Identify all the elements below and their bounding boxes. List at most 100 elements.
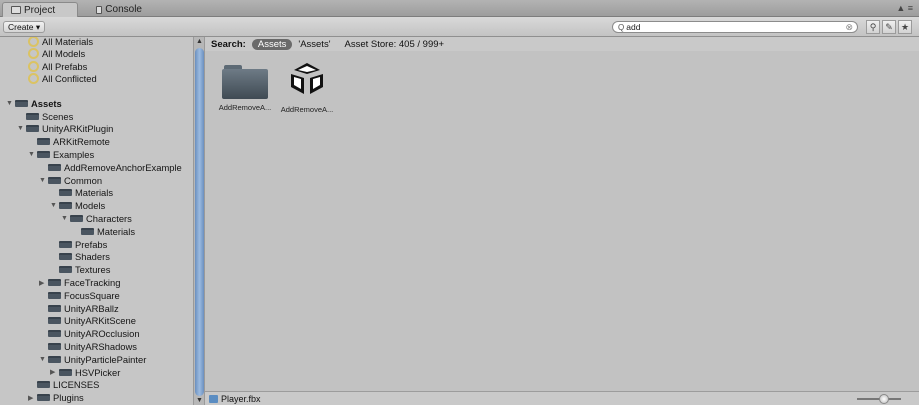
folder-icon (48, 343, 61, 351)
folder-icon (222, 65, 268, 99)
tree-item[interactable]: ▼ Characters (61, 212, 132, 225)
tree-item[interactable]: Shaders (50, 251, 110, 264)
favorite-item[interactable]: All Prefabs (28, 60, 87, 73)
favorite-item[interactable]: All Models (28, 48, 85, 61)
tree-item-label: Textures (75, 264, 111, 276)
clear-search-icon[interactable]: ⊗ (845, 22, 853, 33)
tree-item-label: UnityARKitPlugin (42, 123, 114, 135)
favorite-label: All Conflicted (42, 73, 97, 85)
tree-item[interactable]: Prefabs (50, 238, 107, 251)
tree-item[interactable]: LICENSES (28, 379, 99, 392)
zoom-slider-knob[interactable] (879, 394, 889, 404)
folder-icon (59, 189, 72, 197)
folder-icon (59, 240, 72, 248)
expand-arrow-closed-icon[interactable]: ▶ (50, 368, 59, 376)
tree-item[interactable]: Materials (50, 187, 113, 200)
scroll-up-arrow-icon[interactable]: ▲ (196, 38, 203, 45)
tree-item-label: FaceTracking (64, 277, 121, 289)
tab-project-label: Project (24, 4, 56, 16)
expand-arrow-open-icon[interactable]: ▼ (61, 215, 70, 222)
tree-item-label: Common (64, 174, 103, 186)
folder-icon (48, 163, 61, 171)
tab-bar: Project Console ▲ ≡ (0, 0, 919, 17)
search-scope-assets-button[interactable]: Assets (251, 38, 293, 50)
tab-project[interactable]: Project (2, 2, 78, 17)
search-scope-folder-button[interactable]: 'Assets' (298, 39, 330, 50)
tree-item[interactable]: Scenes (17, 110, 73, 123)
asset-label: AddRemoveA... (280, 105, 334, 114)
tree-item-label: UnityParticlePainter (64, 353, 147, 365)
tree-item[interactable]: ARKitRemote (28, 135, 110, 148)
create-button[interactable]: Create ▾ (3, 21, 46, 33)
search-input[interactable] (626, 22, 837, 32)
unity-scene-icon (291, 63, 323, 94)
asset-label: AddRemoveA... (218, 103, 272, 112)
asset-store-results[interactable]: Asset Store: 405 / 999+ (345, 39, 445, 50)
expand-arrow-open-icon[interactable]: ▼ (6, 100, 15, 107)
asset-grid: AddRemoveA... AddRemoveA... (205, 51, 919, 391)
tree-item[interactable]: ▼ UnityParticlePainter (39, 353, 146, 366)
expand-arrow-open-icon[interactable]: ▼ (17, 125, 26, 132)
search-by-type-button[interactable]: ⚲ (866, 20, 880, 34)
tree-item[interactable]: ▼ UnityARKitPlugin (17, 123, 113, 136)
expand-arrow-open-icon[interactable]: ▼ (28, 151, 37, 158)
folder-icon (26, 112, 39, 120)
folder-icon (48, 317, 61, 325)
search-icon: Q (618, 22, 625, 32)
tree-item[interactable]: UnityAROcclusion (39, 327, 140, 340)
project-icon (11, 6, 21, 14)
search-favorite-icon (28, 37, 39, 47)
tree-item[interactable]: ▼ Models (50, 199, 105, 212)
tree-item[interactable]: UnityARKitScene (39, 315, 136, 328)
tree-item[interactable]: AddRemoveAnchorExample (39, 161, 182, 174)
tree-scrollbar[interactable]: ▲ ▼ (193, 37, 205, 405)
folder-icon (15, 99, 28, 107)
window-menu-icon[interactable]: ▲ ≡ (896, 3, 913, 13)
tree-item-label: Plugins (53, 392, 84, 404)
favorite-item[interactable]: All Materials (28, 37, 93, 48)
expand-arrow-closed-icon[interactable]: ▶ (28, 394, 37, 402)
expand-arrow-open-icon[interactable]: ▼ (39, 356, 48, 363)
tree-item[interactable]: ▼ Examples (28, 148, 94, 161)
tree-item[interactable]: ▶ FaceTracking (39, 276, 120, 289)
save-search-button[interactable]: ★ (898, 20, 912, 34)
folder-icon (70, 215, 83, 223)
folder-icon (37, 381, 50, 389)
tree-item-label: Models (75, 200, 106, 212)
tree-item[interactable]: Materials (72, 225, 135, 238)
project-toolbar: Create ▾ Q ⊗ ⚲ ✎ ★ (0, 17, 919, 37)
tree-item[interactable]: ▶ Plugins (28, 391, 84, 404)
expand-arrow-closed-icon[interactable]: ▶ (39, 279, 48, 287)
tree-item-label: Assets (31, 97, 62, 109)
folder-icon (59, 266, 72, 274)
tree-item[interactable]: ▶ HSVPicker (50, 366, 120, 379)
tree-item[interactable]: FocusSquare (39, 289, 120, 302)
tree-item[interactable]: UnityARBallz (39, 302, 119, 315)
search-field[interactable]: Q ⊗ (612, 21, 858, 33)
tree-item-label: UnityARKitScene (64, 315, 136, 327)
folder-icon (48, 176, 61, 184)
tree-item[interactable]: ▼ Assets (6, 97, 62, 110)
favorite-label: All Materials (42, 37, 94, 47)
asset-item[interactable]: AddRemoveA... (279, 61, 335, 114)
search-by-label-button[interactable]: ✎ (882, 20, 896, 34)
expand-arrow-open-icon[interactable]: ▼ (50, 202, 59, 209)
folder-icon (81, 227, 94, 235)
tree-item-label: UnityAROcclusion (64, 328, 140, 340)
scroll-thumb[interactable] (195, 48, 204, 396)
search-favorite-icon (28, 60, 39, 72)
favorite-item[interactable]: All Conflicted (28, 73, 97, 86)
expand-arrow-open-icon[interactable]: ▼ (39, 177, 48, 184)
asset-item[interactable]: AddRemoveA... (217, 65, 273, 112)
tree-item-label: FocusSquare (64, 289, 120, 301)
tree-item[interactable]: Textures (50, 263, 110, 276)
tab-console[interactable]: Console (88, 2, 150, 17)
tree-item[interactable]: UnityARShadows (39, 340, 137, 353)
folder-icon (48, 330, 61, 338)
tree-item[interactable]: ▼ Common (39, 174, 102, 187)
folder-icon (59, 368, 72, 376)
scroll-down-arrow-icon[interactable]: ▼ (196, 397, 203, 404)
tab-console-label: Console (105, 4, 142, 15)
tree-item-label: Prefabs (75, 238, 108, 250)
favorite-label: All Prefabs (42, 60, 88, 72)
